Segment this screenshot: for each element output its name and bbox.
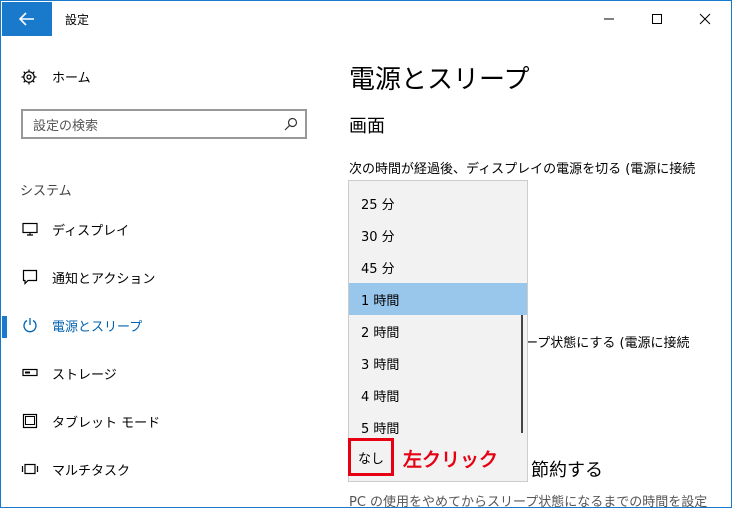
dropdown-option[interactable]: 25 分	[349, 187, 527, 219]
multitask-icon	[20, 463, 40, 475]
screen-timeout-label: 次の時間が経過後、ディスプレイの電源を切る (電源に接続	[349, 162, 696, 177]
window-title: 設定	[65, 13, 90, 27]
section-title-screen: 画面	[349, 116, 385, 137]
settings-window: 設定 ホーム 設定の検索 システム ディスプレイ 通知とアクション 電源とスリー…	[0, 0, 732, 508]
storage-icon	[20, 368, 40, 378]
power-icon	[20, 317, 40, 333]
dropdown-option[interactable]: 4 時間	[349, 379, 527, 411]
group-label-system: システム	[20, 184, 72, 199]
sidebar-item-storage[interactable]: ストレージ	[20, 361, 320, 385]
dropdown-scrollbar[interactable]	[521, 315, 523, 433]
close-button[interactable]	[682, 2, 728, 36]
sidebar-item-display[interactable]: ディスプレイ	[20, 217, 320, 241]
close-icon	[699, 13, 711, 25]
sidebar-item-label: ストレージ	[52, 367, 117, 383]
sidebar-item-label: ディスプレイ	[52, 223, 130, 239]
sidebar-item-label: 通知とアクション	[52, 271, 156, 287]
timeout-dropdown-list[interactable]: 25 分 30 分 45 分 1 時間 2 時間 3 時間 4 時間 5 時間	[348, 180, 528, 482]
notification-icon	[20, 269, 40, 285]
gear-icon	[21, 69, 37, 84]
dropdown-option[interactable]: 30 分	[349, 219, 527, 251]
section-title-power-saving: 節約する	[531, 460, 603, 481]
active-indicator	[2, 316, 7, 338]
sidebar-item-power-sleep[interactable]: 電源とスリープ	[20, 313, 320, 337]
sidebar-item-multitasking[interactable]: マルチタスク	[20, 457, 320, 481]
sidebar-item-tablet-mode[interactable]: タブレット モード	[20, 409, 320, 433]
arrow-left-icon	[19, 12, 34, 26]
search-placeholder: 設定の検索	[33, 118, 99, 134]
sleep-timeout-label: ープ状態にする (電源に接続	[525, 336, 690, 351]
dropdown-option[interactable]: 3 時間	[349, 347, 527, 379]
dropdown-option-none[interactable]: なし	[348, 438, 394, 476]
search-icon	[284, 117, 298, 131]
home-link[interactable]: ホーム	[20, 67, 91, 86]
page-title: 電源とスリープ	[349, 65, 530, 95]
dropdown-option[interactable]: 45 分	[349, 251, 527, 283]
home-label: ホーム	[52, 71, 91, 86]
search-input[interactable]: 設定の検索	[21, 109, 307, 139]
minimize-button[interactable]	[586, 2, 632, 36]
sleep-description: PC の使用をやめてからスリープ状態になるまでの時間を設定	[349, 495, 708, 508]
sidebar: ホーム 設定の検索 システム ディスプレイ 通知とアクション 電源とスリープ ス…	[1, 37, 333, 507]
sidebar-item-label: タブレット モード	[52, 415, 161, 431]
maximize-icon	[652, 14, 662, 24]
sidebar-item-notifications[interactable]: 通知とアクション	[20, 265, 320, 289]
sidebar-item-label: 電源とスリープ	[52, 319, 143, 335]
maximize-button[interactable]	[634, 2, 680, 36]
title-bar: 設定	[1, 1, 731, 37]
dropdown-option-selected[interactable]: 1 時間	[349, 283, 527, 315]
back-button[interactable]	[2, 2, 52, 36]
dropdown-option[interactable]: 2 時間	[349, 315, 527, 347]
sidebar-item-label: マルチタスク	[52, 463, 131, 479]
tablet-icon	[20, 413, 40, 429]
minimize-icon	[604, 18, 614, 20]
annotation-left-click: 左クリック	[403, 449, 499, 471]
monitor-icon	[20, 222, 40, 236]
